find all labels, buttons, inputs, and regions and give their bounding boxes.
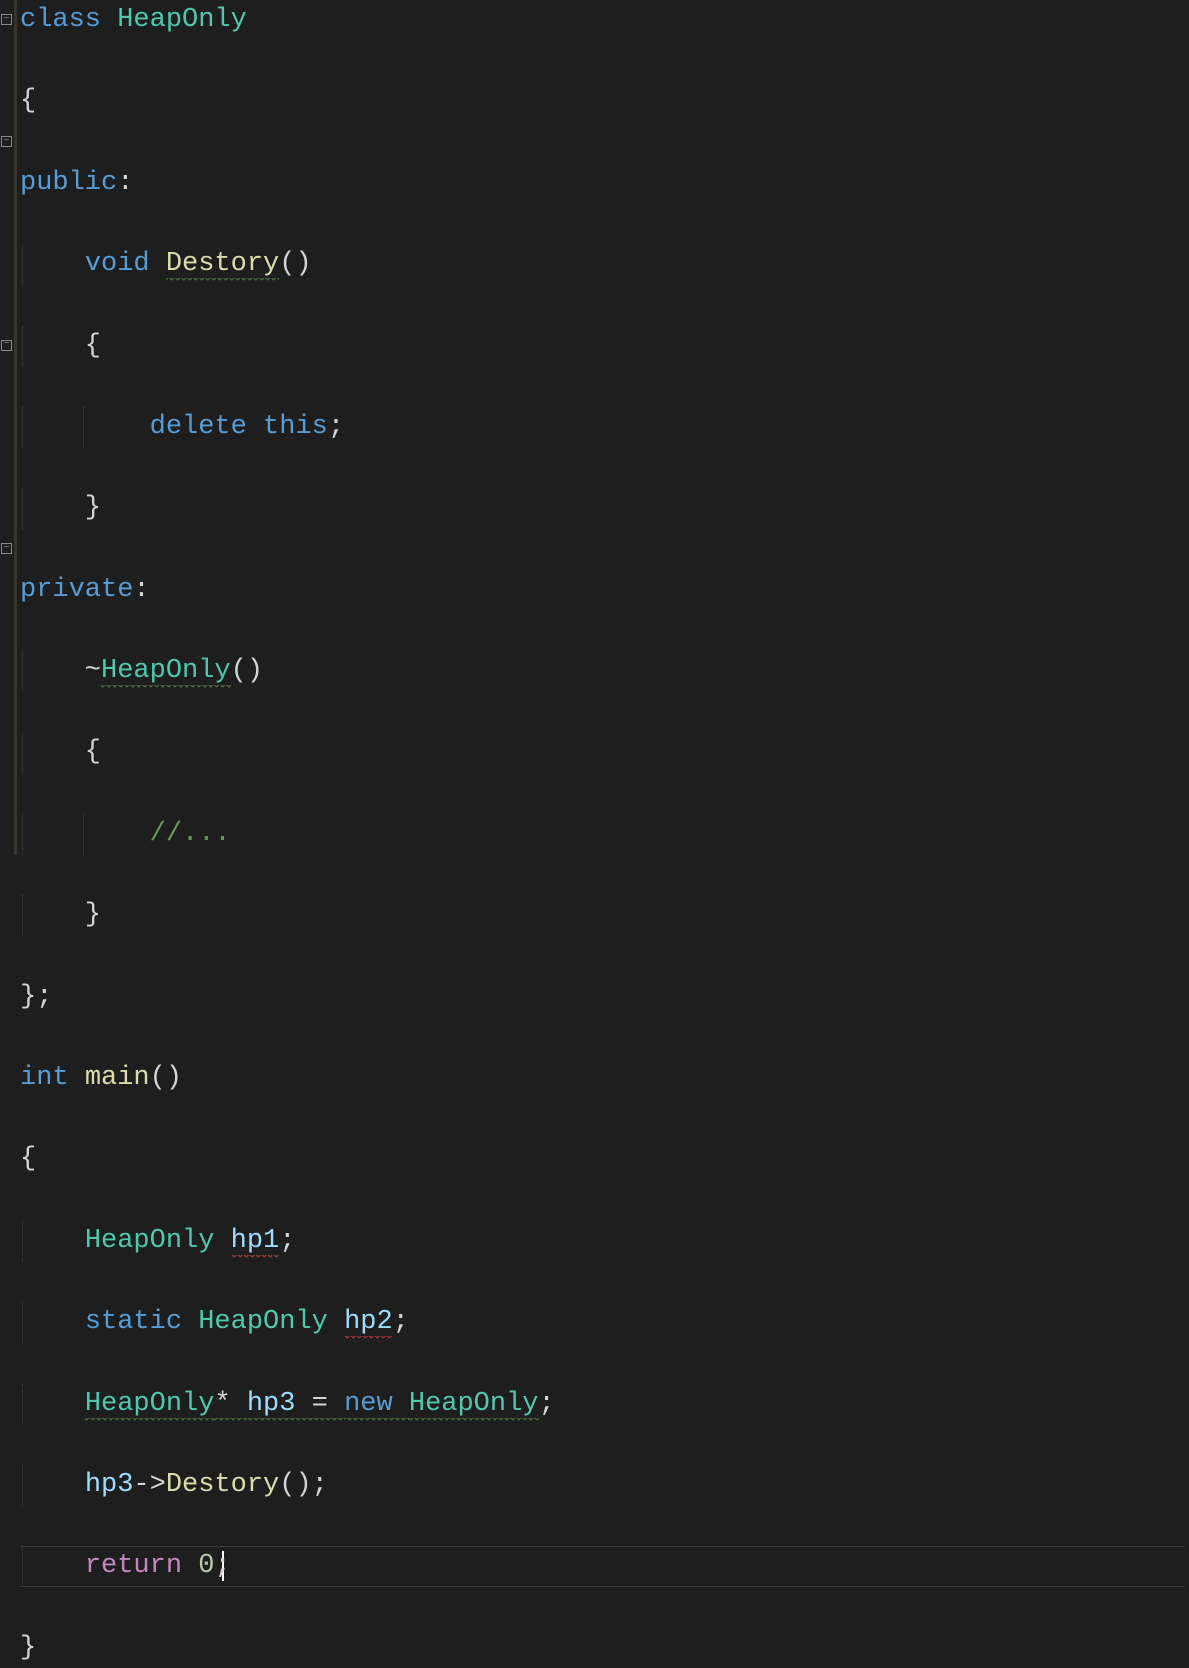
code-token: { — [20, 1144, 36, 1174]
code-token: return — [85, 1551, 198, 1581]
code-token: HeapOnly — [409, 1389, 539, 1421]
code-area[interactable]: class HeapOnly{public: void Destory() { … — [16, 0, 1189, 897]
code-line[interactable]: HeapOnly hp1; — [20, 1221, 1185, 1262]
code-token — [20, 1226, 85, 1256]
code-token: HeapOnly — [101, 656, 231, 688]
code-token: ; — [279, 1226, 295, 1256]
code-token: new — [344, 1389, 409, 1421]
code-line[interactable]: class HeapOnly — [20, 0, 1185, 41]
code-token: Destory — [166, 1470, 279, 1500]
fold-toggle-icon[interactable]: − — [1, 136, 12, 147]
code-token: 0 — [198, 1551, 214, 1581]
code-token — [20, 249, 85, 279]
code-line[interactable]: HeapOnly* hp3 = new HeapOnly; — [20, 1384, 1185, 1425]
code-token: HeapOnly — [85, 1226, 231, 1256]
code-line[interactable]: ~HeapOnly() — [20, 651, 1185, 692]
fold-toggle-icon[interactable]: − — [1, 340, 12, 351]
code-token: HeapOnly — [85, 1389, 215, 1421]
code-token: hp1 — [231, 1226, 280, 1258]
fold-toggle-icon[interactable]: − — [1, 543, 12, 554]
code-token: } — [20, 493, 101, 523]
code-token: () — [231, 656, 263, 686]
code-token: delete — [150, 412, 263, 442]
code-token: //... — [150, 819, 231, 849]
code-token: int — [20, 1063, 85, 1093]
code-token: () — [150, 1063, 182, 1093]
code-token — [20, 412, 150, 442]
code-token: void — [85, 249, 166, 279]
code-token: * — [214, 1389, 246, 1421]
code-token: hp3 — [85, 1470, 134, 1500]
code-line[interactable]: { — [20, 81, 1185, 122]
code-token: } — [20, 1633, 36, 1663]
code-line[interactable]: return 0; — [20, 1546, 1185, 1587]
code-line[interactable]: } — [20, 895, 1185, 936]
code-editor[interactable]: − − − − class HeapOnly { public: void Destory… — [0, 0, 1189, 897]
code-token — [20, 1389, 85, 1419]
code-line[interactable]: }; — [20, 977, 1185, 1018]
code-token: Destory — [166, 249, 279, 281]
code-token: this — [263, 412, 328, 442]
code-token — [20, 1470, 85, 1500]
code-token — [20, 1307, 85, 1337]
code-token: private — [20, 575, 133, 605]
code-token: } — [20, 900, 101, 930]
code-line[interactable]: hp3->Destory(); — [20, 1465, 1185, 1506]
code-token: ; — [328, 412, 344, 442]
code-token — [20, 819, 150, 849]
code-token — [20, 1551, 85, 1581]
code-token: ; — [539, 1389, 555, 1419]
code-token: }; — [20, 982, 52, 1012]
code-token: ~ — [20, 656, 101, 686]
code-token: -> — [133, 1470, 165, 1500]
code-token: public — [20, 168, 117, 198]
code-line[interactable]: { — [20, 732, 1185, 773]
code-line[interactable]: private: — [20, 570, 1185, 611]
code-token: main — [85, 1063, 150, 1093]
code-line[interactable]: public: — [20, 163, 1185, 204]
code-token: HeapOnly — [117, 5, 247, 35]
code-token: ; — [393, 1307, 409, 1337]
code-token: HeapOnly — [198, 1307, 344, 1337]
code-token: : — [133, 575, 149, 605]
code-token: { — [20, 737, 101, 767]
code-line[interactable]: //... — [20, 814, 1185, 855]
code-line[interactable]: int main() — [20, 1058, 1185, 1099]
code-line[interactable]: { — [20, 1139, 1185, 1180]
code-line[interactable]: static HeapOnly hp2; — [20, 1302, 1185, 1343]
code-token: hp3 — [247, 1389, 296, 1421]
fold-gutter: − − − − — [0, 0, 16, 897]
code-line[interactable]: } — [20, 488, 1185, 529]
code-line[interactable]: { — [20, 326, 1185, 367]
code-line[interactable]: } — [20, 1628, 1185, 1668]
fold-toggle-icon[interactable]: − — [1, 14, 12, 25]
code-token: { — [20, 86, 36, 116]
code-token: hp2 — [344, 1307, 393, 1339]
code-token: (); — [279, 1470, 328, 1500]
code-token: = — [295, 1389, 344, 1421]
code-line[interactable]: void Destory() — [20, 244, 1185, 285]
code-token: { — [20, 331, 101, 361]
code-token: static — [85, 1307, 198, 1337]
code-token: () — [279, 249, 311, 279]
code-token: class — [20, 5, 117, 35]
code-token: ; — [214, 1551, 230, 1581]
code-token: : — [117, 168, 133, 198]
code-line[interactable]: delete this; — [20, 407, 1185, 448]
